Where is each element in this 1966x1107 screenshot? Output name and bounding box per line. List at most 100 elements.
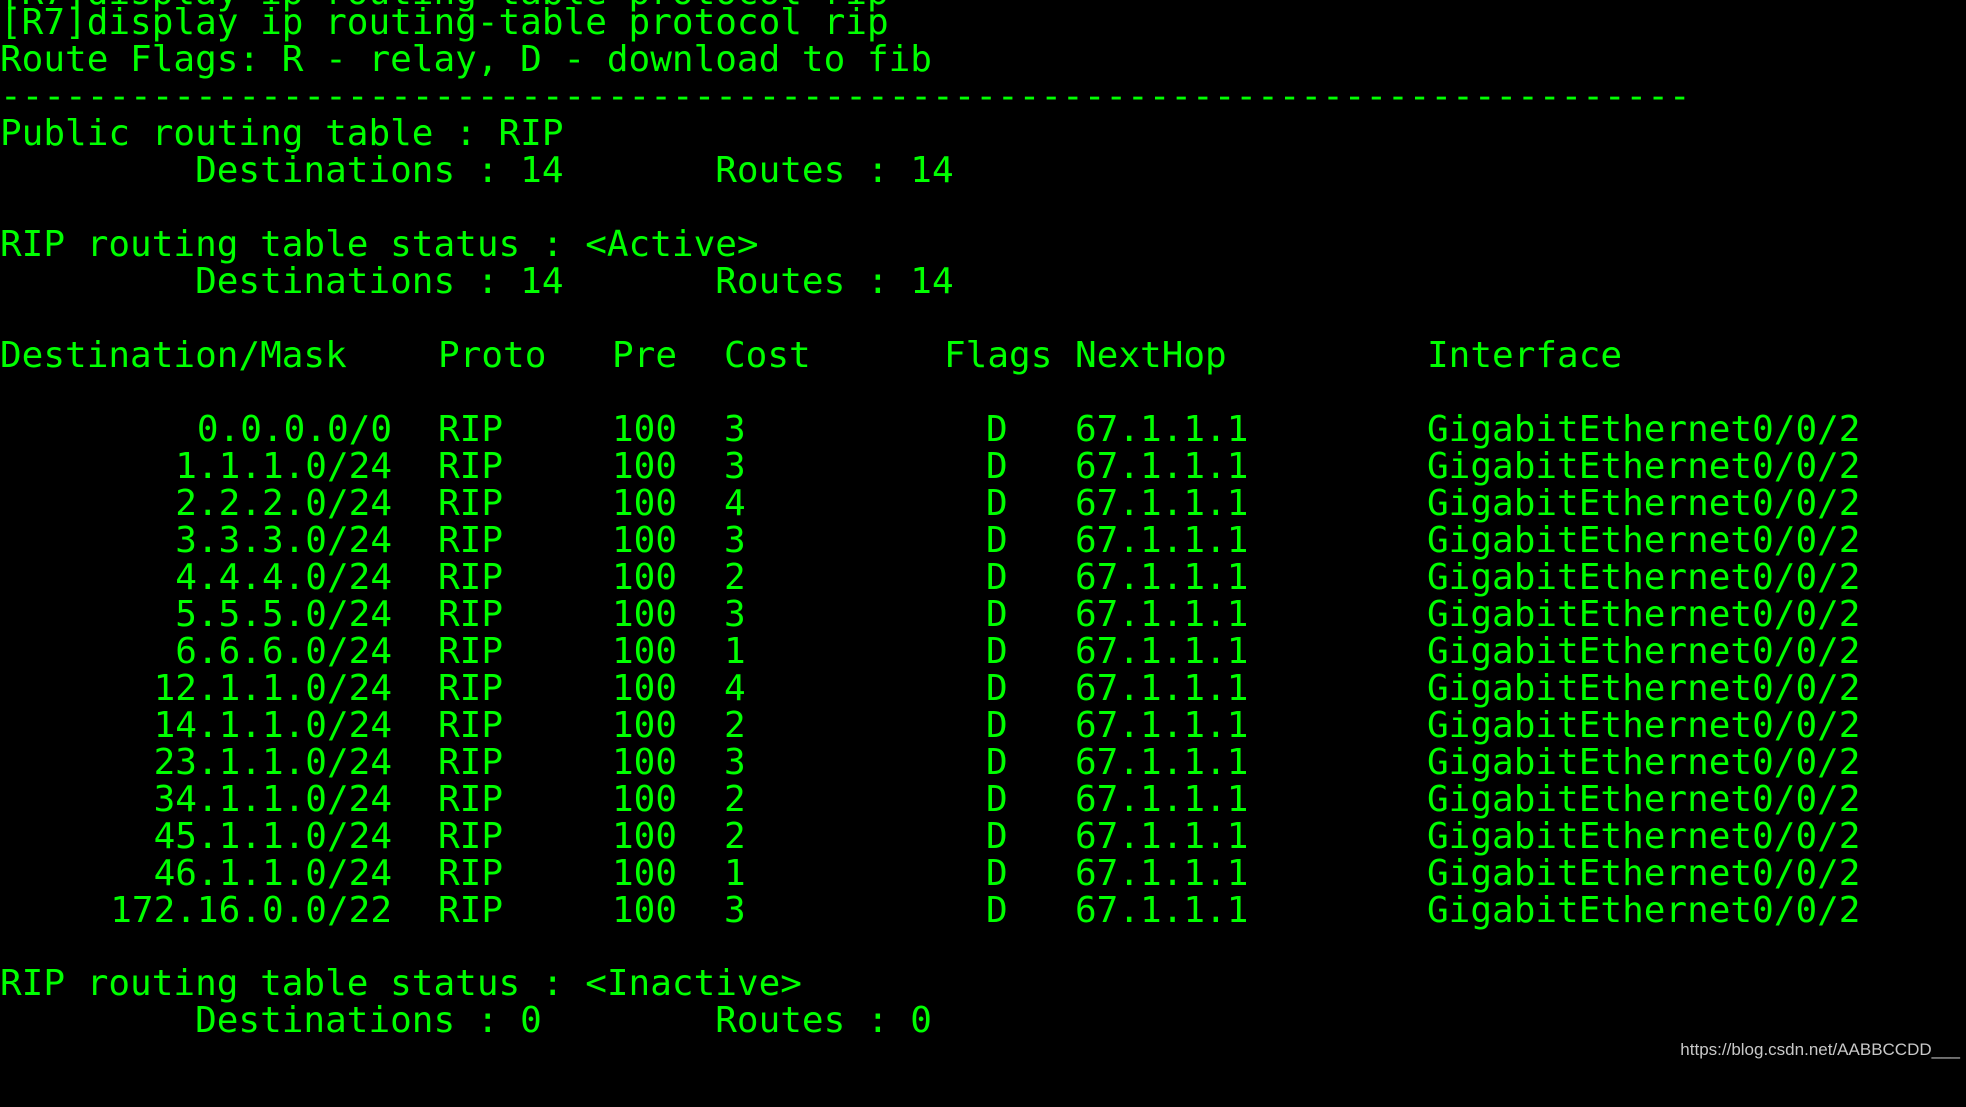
- cell-destination: 172.16.0.0/22: [110, 890, 392, 931]
- cell-interface: GigabitEthernet0/0/2: [1427, 705, 1861, 746]
- cell-cost: 4: [724, 483, 746, 524]
- cell-nexthop: 67.1.1.1: [1075, 446, 1249, 487]
- cell-pre: 100: [612, 890, 678, 931]
- cell-flags: D: [986, 520, 1008, 561]
- cell-nexthop: 67.1.1.1: [1075, 853, 1249, 894]
- public-table-counts: Destinations : 14 Routes : 14: [0, 150, 954, 191]
- cell-destination: 46.1.1.0/24: [153, 853, 392, 894]
- cell-proto: RIP: [438, 742, 504, 783]
- cell-cost: 2: [724, 557, 746, 598]
- cell-pre: 100: [612, 668, 678, 709]
- cell-proto: RIP: [438, 779, 504, 820]
- cell-interface: GigabitEthernet0/0/2: [1427, 594, 1861, 635]
- cell-proto: RIP: [438, 409, 504, 450]
- cell-nexthop: 67.1.1.1: [1075, 594, 1249, 635]
- header-interface: Interface: [1427, 335, 1623, 376]
- cell-flags: D: [986, 557, 1008, 598]
- command-line: [R7]display ip routing-table protocol ri…: [0, 2, 889, 43]
- cell-cost: 2: [724, 705, 746, 746]
- cell-flags: D: [986, 631, 1008, 672]
- cell-destination: 34.1.1.0/24: [153, 779, 392, 820]
- cell-cost: 3: [724, 409, 746, 450]
- cell-interface: GigabitEthernet0/0/2: [1427, 853, 1861, 894]
- cell-interface: GigabitEthernet0/0/2: [1427, 520, 1861, 561]
- cell-flags: D: [986, 483, 1008, 524]
- header-flags: Flags: [944, 335, 1053, 376]
- cell-proto: RIP: [438, 557, 504, 598]
- cell-interface: GigabitEthernet0/0/2: [1427, 668, 1861, 709]
- cell-pre: 100: [612, 409, 678, 450]
- cell-interface: GigabitEthernet0/0/2: [1427, 446, 1861, 487]
- cell-flags: D: [986, 779, 1008, 820]
- cell-flags: D: [986, 594, 1008, 635]
- cell-destination: 3.3.3.0/24: [175, 520, 392, 561]
- cell-nexthop: 67.1.1.1: [1075, 557, 1249, 598]
- inactive-counts-line: Destinations : 0 Routes : 0: [0, 1000, 932, 1041]
- cell-interface: GigabitEthernet0/0/2: [1427, 816, 1861, 857]
- cell-proto: RIP: [438, 705, 504, 746]
- cell-nexthop: 67.1.1.1: [1075, 890, 1249, 931]
- cell-proto: RIP: [438, 483, 504, 524]
- cell-proto: RIP: [438, 816, 504, 857]
- cell-interface: GigabitEthernet0/0/2: [1427, 557, 1861, 598]
- cell-nexthop: 67.1.1.1: [1075, 520, 1249, 561]
- cell-destination: 6.6.6.0/24: [175, 631, 392, 672]
- cell-destination: 14.1.1.0/24: [153, 705, 392, 746]
- cell-pre: 100: [612, 705, 678, 746]
- cell-nexthop: 67.1.1.1: [1075, 668, 1249, 709]
- cell-flags: D: [986, 668, 1008, 709]
- cell-proto: RIP: [438, 520, 504, 561]
- header-proto: Proto: [438, 335, 547, 376]
- cell-flags: D: [986, 853, 1008, 894]
- cell-proto: RIP: [438, 853, 504, 894]
- cell-interface: GigabitEthernet0/0/2: [1427, 779, 1861, 820]
- cell-nexthop: 67.1.1.1: [1075, 705, 1249, 746]
- inactive-status-line: RIP routing table status : <Inactive>: [0, 963, 802, 1004]
- cell-cost: 3: [724, 520, 746, 561]
- cell-proto: RIP: [438, 446, 504, 487]
- cell-pre: 100: [612, 816, 678, 857]
- cell-flags: D: [986, 446, 1008, 487]
- active-status-line: RIP routing table status : <Active>: [0, 224, 759, 265]
- cell-destination: 4.4.4.0/24: [175, 557, 392, 598]
- cell-pre: 100: [612, 446, 678, 487]
- cell-destination: 0.0.0.0/0: [196, 409, 392, 450]
- cell-proto: RIP: [438, 890, 504, 931]
- cell-nexthop: 67.1.1.1: [1075, 816, 1249, 857]
- cell-pre: 100: [612, 779, 678, 820]
- public-table-title: Public routing table : RIP: [0, 113, 564, 154]
- cell-destination: 23.1.1.0/24: [153, 742, 392, 783]
- cell-destination: 1.1.1.0/24: [175, 446, 392, 487]
- cell-pre: 100: [612, 483, 678, 524]
- terminal-window[interactable]: [R7]display ip routing-table protocol ri…: [0, 0, 1966, 1070]
- cell-flags: D: [986, 705, 1008, 746]
- cell-nexthop: 67.1.1.1: [1075, 483, 1249, 524]
- cell-proto: RIP: [438, 668, 504, 709]
- cell-cost: 1: [724, 631, 746, 672]
- cell-nexthop: 67.1.1.1: [1075, 779, 1249, 820]
- cell-cost: 2: [724, 816, 746, 857]
- cell-destination: 12.1.1.0/24: [153, 668, 392, 709]
- cell-interface: GigabitEthernet0/0/2: [1427, 409, 1861, 450]
- cell-flags: D: [986, 742, 1008, 783]
- cell-nexthop: 67.1.1.1: [1075, 742, 1249, 783]
- active-counts-line: Destinations : 14 Routes : 14: [0, 261, 954, 302]
- cell-flags: D: [986, 816, 1008, 857]
- header-cost: Cost: [724, 335, 811, 376]
- cell-destination: 5.5.5.0/24: [175, 594, 392, 635]
- watermark-url: https://blog.csdn.net/AABBCCDD___: [1680, 1040, 1960, 1059]
- cell-interface: GigabitEthernet0/0/2: [1427, 890, 1861, 931]
- cell-flags: D: [986, 890, 1008, 931]
- cell-pre: 100: [612, 631, 678, 672]
- header-pre: Pre: [612, 335, 678, 376]
- cell-cost: 1: [724, 853, 746, 894]
- cell-destination: 45.1.1.0/24: [153, 816, 392, 857]
- cell-interface: GigabitEthernet0/0/2: [1427, 742, 1861, 783]
- cell-flags: D: [986, 409, 1008, 450]
- header-destination: Destination/Mask: [0, 335, 347, 376]
- cell-cost: 3: [724, 890, 746, 931]
- cell-interface: GigabitEthernet0/0/2: [1427, 483, 1861, 524]
- cell-nexthop: 67.1.1.1: [1075, 409, 1249, 450]
- route-flags-legend: Route Flags: R - relay, D - download to …: [0, 39, 932, 80]
- cell-pre: 100: [612, 557, 678, 598]
